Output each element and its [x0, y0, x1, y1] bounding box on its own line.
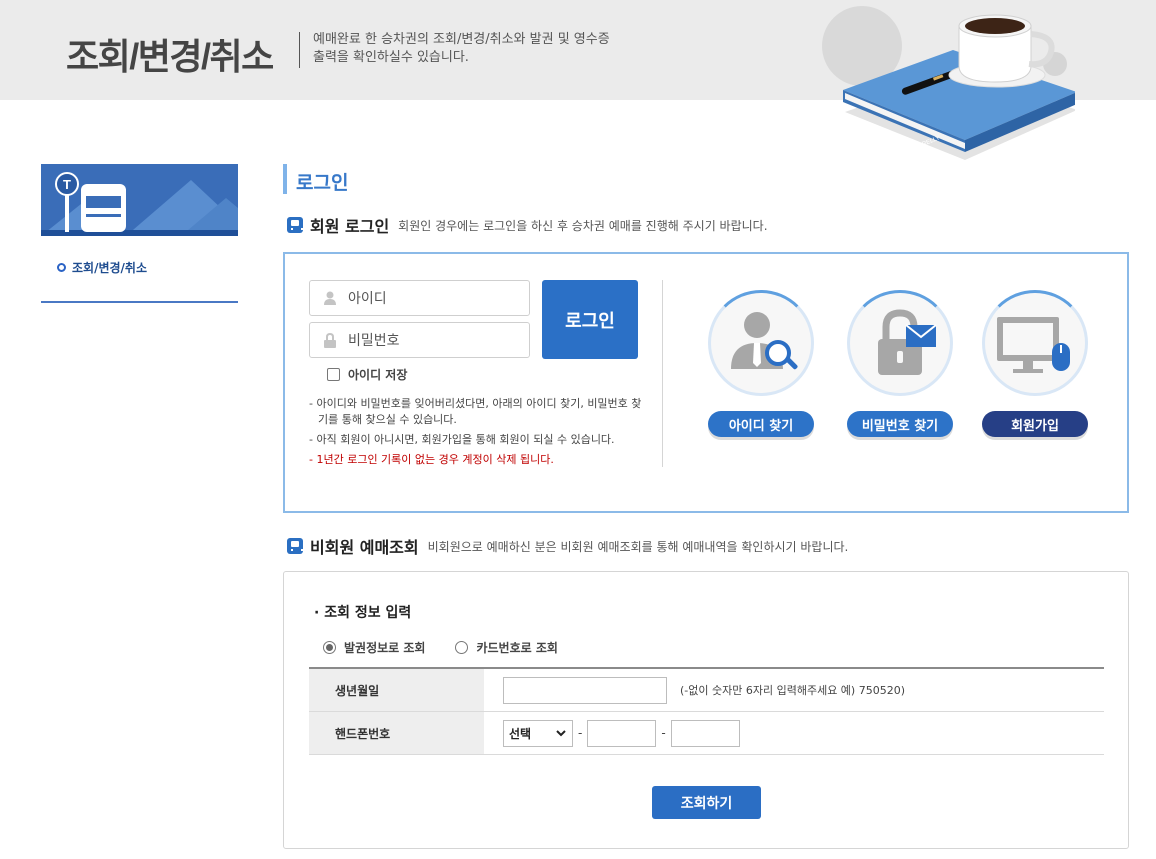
- user-search-icon: [731, 312, 798, 370]
- find-password-illustration[interactable]: [847, 290, 953, 396]
- bus-window: [86, 196, 121, 208]
- sidebar-banner: T: [41, 164, 238, 236]
- lock-mail-icon: [878, 309, 937, 375]
- phone-cell: 선택 - -: [484, 712, 1104, 754]
- user-icon: [324, 291, 336, 305]
- member-login-box: 아이디 비밀번호 로그인 아이디 저장 - 아이디와 비밀번호를 잊어버리셨다면…: [283, 252, 1129, 513]
- bus-grille: [86, 214, 121, 217]
- login-notes: - 아이디와 비밀번호를 잊어버리셨다면, 아래의 아이디 찾기, 비밀번호 찾…: [309, 396, 649, 472]
- coffee-surface: [965, 18, 1025, 34]
- lock-icon: [324, 333, 336, 348]
- login-note: - 아직 회원이 아니시면, 회원가입을 통해 회원이 되실 수 있습니다.: [309, 433, 615, 446]
- find-id-illustration[interactable]: [708, 290, 814, 396]
- inquiry-type-options: 발권정보로 조회 카드번호로 조회: [323, 639, 558, 656]
- section-accent-bar: [283, 164, 287, 194]
- birth-cell: (-없이 숫자만 6자리 입력해주세요 예) 750520): [484, 669, 1104, 711]
- phone-prefix-select[interactable]: 선택: [503, 719, 573, 747]
- phone-label: 핸드폰번호: [309, 712, 484, 754]
- bus-icon: [287, 538, 303, 554]
- sidebar-item-inquiry[interactable]: 조회/변경/취소: [57, 259, 147, 276]
- non-member-description: 비회원으로 예매하신 분은 비회원 예매조회를 통해 예매내역을 확인하시기 바…: [427, 539, 849, 554]
- phone-last-input[interactable]: [670, 719, 740, 747]
- bullet-icon: [57, 263, 66, 272]
- sidebar-divider: [41, 301, 238, 303]
- save-id-option[interactable]: 아이디 저장: [327, 366, 407, 383]
- radio-card-number-label[interactable]: 카드번호로 조회: [476, 639, 557, 656]
- bus-stop-pole: [65, 195, 69, 232]
- sidebar-item-label: 조회/변경/취소: [72, 261, 148, 275]
- password-placeholder: 비밀번호: [348, 333, 400, 349]
- login-button[interactable]: 로그인: [542, 280, 638, 359]
- coffee-book-illustration: RELLY: [822, 6, 1075, 160]
- cup-handle: [1028, 31, 1055, 68]
- phone-separator: -: [661, 726, 666, 740]
- inquiry-form-table: 생년월일 (-없이 숫자만 6자리 입력해주세요 예) 750520) 핸드폰번…: [309, 667, 1104, 755]
- header-divider: [299, 32, 300, 68]
- section-title: 로그인: [296, 172, 349, 194]
- non-member-heading: 비회원 예매조회 비회원으로 예매하신 분은 비회원 예매조회를 통해 예매내역…: [287, 534, 848, 558]
- form-row-birth: 생년월일 (-없이 숫자만 6자리 입력해주세요 예) 750520): [309, 669, 1104, 712]
- sign-up-button[interactable]: 회원가입: [982, 411, 1088, 437]
- non-member-inquiry-box: · 조회 정보 입력 발권정보로 조회 카드번호로 조회 생년월일 (-없이 숫…: [283, 571, 1129, 849]
- save-id-label: 아이디 저장: [348, 368, 408, 382]
- phone-middle-input[interactable]: [587, 719, 657, 747]
- id-placeholder: 아이디: [348, 291, 387, 307]
- account-deletion-warning: - 1년간 로그인 기록이 없는 경우 계정이 삭제 됩니다.: [309, 453, 554, 466]
- member-login-description: 회원인 경우에는 로그인을 하신 후 승차권 예매를 진행해 주시기 바랍니다.: [398, 218, 768, 233]
- page-title: 조회/변경/취소: [66, 36, 274, 77]
- search-button[interactable]: 조회하기: [652, 786, 761, 819]
- member-login-heading: 회원 로그인 회원인 경우에는 로그인을 하신 후 승차권 예매를 진행해 주시…: [287, 213, 768, 237]
- birth-label: 생년월일: [309, 669, 484, 711]
- member-login-title: 회원 로그인: [310, 217, 390, 236]
- bus-icon: [287, 217, 303, 233]
- radio-card-number[interactable]: [455, 641, 469, 654]
- bus-stop-sign-letter: T: [63, 177, 71, 192]
- phone-prefix-value: 선택: [509, 726, 532, 741]
- birth-input[interactable]: [503, 676, 667, 704]
- id-input[interactable]: 아이디: [309, 280, 530, 316]
- find-id-button[interactable]: 아이디 찾기: [708, 411, 814, 437]
- find-password-button[interactable]: 비밀번호 찾기: [847, 411, 953, 437]
- chevron-down-icon: [556, 729, 566, 736]
- phone-separator: -: [578, 726, 583, 740]
- header-description: 예매완료 한 승차권의 조회/변경/취소와 발권 및 영수증 출력을 확인하실수…: [313, 32, 610, 65]
- login-note: - 아이디와 비밀번호를 잊어버리셨다면, 아래의 아이디 찾기, 비밀번호 찾…: [309, 397, 642, 426]
- birth-hint: (-없이 숫자만 6자리 입력해주세요 예) 750520): [680, 684, 905, 697]
- form-title: · 조회 정보 입력: [314, 605, 412, 621]
- banner-bottom-stripe: [41, 230, 238, 236]
- radio-ticket-info[interactable]: [323, 641, 336, 654]
- form-row-phone: 핸드폰번호 선택 - -: [309, 712, 1104, 755]
- monitor-mouse-icon: [997, 317, 1070, 373]
- non-member-title: 비회원 예매조회: [310, 538, 419, 557]
- sign-up-illustration[interactable]: [982, 290, 1088, 396]
- radio-ticket-info-label[interactable]: 발권정보로 조회: [344, 639, 425, 656]
- login-divider: [662, 280, 663, 467]
- save-id-checkbox[interactable]: [327, 368, 340, 381]
- password-input[interactable]: 비밀번호: [309, 322, 530, 358]
